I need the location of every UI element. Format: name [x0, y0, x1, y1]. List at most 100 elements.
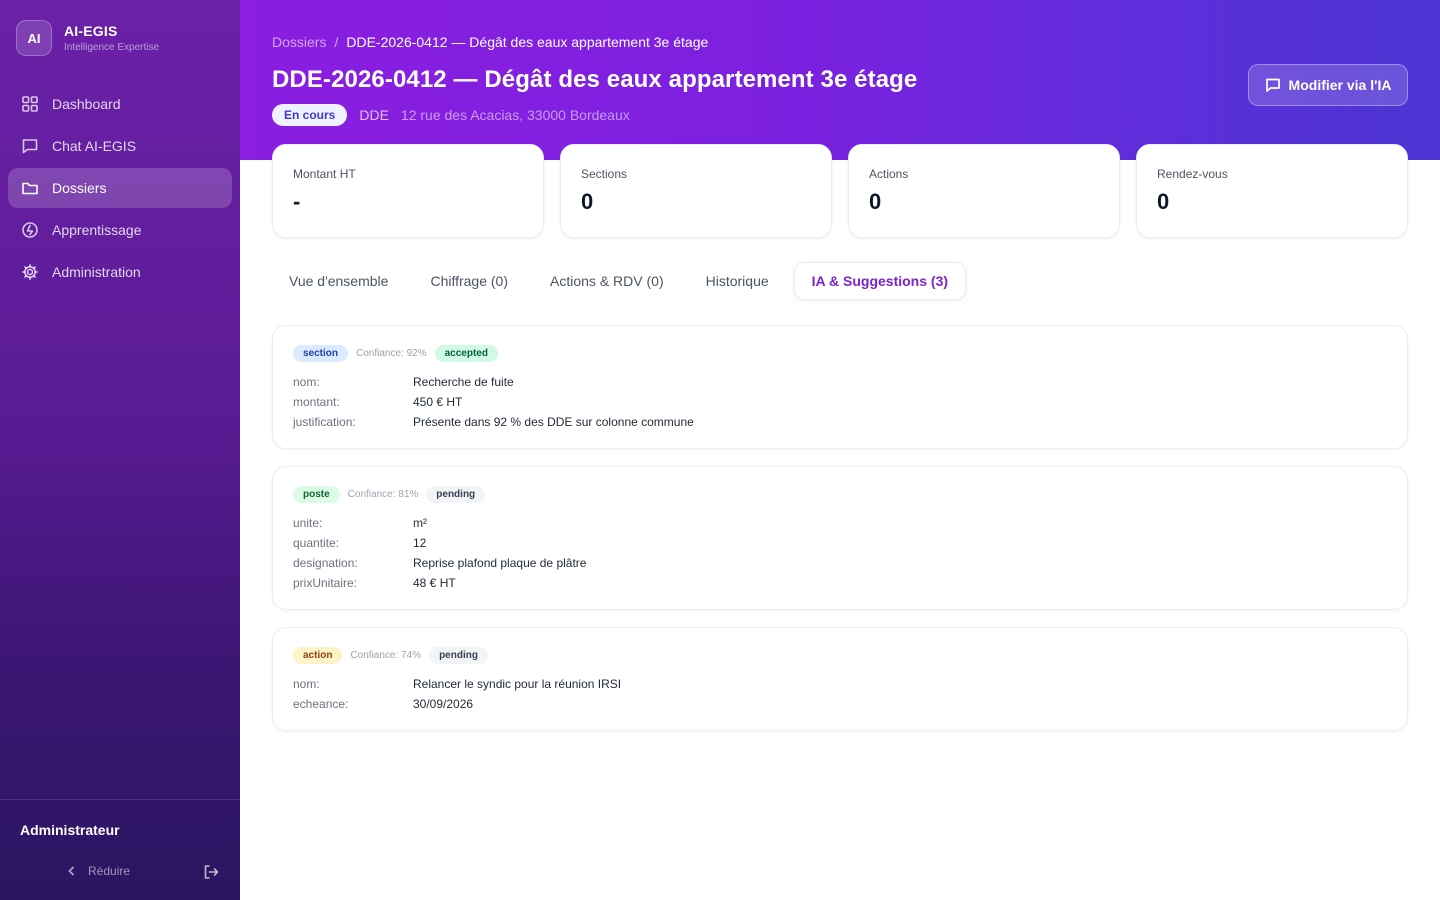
breadcrumb: Dossiers / DDE-2026-0412 — Dégât des eau…	[272, 34, 708, 50]
field-value: 12	[413, 536, 427, 550]
suggestion-header: section Confiance: 92% accepted	[293, 345, 498, 362]
field-key: nom:	[293, 677, 320, 691]
suggestion-field: nom: Recherche de fuite	[293, 372, 694, 392]
sidebar-item-dossiers[interactable]: Dossiers	[8, 168, 232, 208]
field-value: 30/09/2026	[413, 697, 474, 711]
brand-name: AI-EGIS	[64, 23, 118, 39]
suggestion-field: justification: Présente dans 92 % des DD…	[293, 412, 694, 432]
field-key: designation:	[293, 556, 358, 570]
tab-overview[interactable]: Vue d'ensemble	[272, 262, 405, 300]
dossier-type: DDE	[359, 107, 389, 123]
suggestion-field: echeance: 30/09/2026	[293, 694, 621, 714]
folder-icon	[20, 178, 40, 198]
sidebar-item-dashboard[interactable]: Dashboard	[8, 84, 232, 124]
brand: AI AI-EGIS Intelligence Expertise	[16, 20, 159, 56]
suggestion-header: poste Confiance: 81% pending	[293, 486, 486, 503]
modify-via-ia-button[interactable]: Modifier via l'IA	[1248, 64, 1408, 106]
chat-icon	[20, 136, 40, 156]
field-value: Relancer le syndic pour la réunion IRSI	[413, 677, 622, 691]
sidebar-footer: Administrateur Réduire	[0, 799, 240, 900]
logout-icon	[204, 865, 219, 879]
suggestion-status-badge: pending	[429, 647, 488, 664]
suggestion-confidence: Confiance: 92%	[356, 348, 427, 359]
field-key: nom:	[293, 375, 320, 389]
field-value: 450 € HT	[413, 395, 463, 409]
suggestion-confidence: Confiance: 74%	[350, 650, 422, 661]
collapse-label: Réduire	[88, 864, 131, 878]
modify-via-ia-label: Modifier via l'IA	[1288, 77, 1392, 93]
gear-icon	[20, 262, 40, 282]
suggestion-card: section Confiance: 92% accepted nom: Rec…	[272, 325, 1408, 449]
field-key: echeance:	[293, 697, 349, 711]
suggestion-status-badge: accepted	[434, 345, 498, 362]
field-value: Recherche de fuite	[413, 375, 514, 389]
dossier-address: 12 rue des Acacias, 33000 Bordeaux	[400, 107, 630, 123]
field-key: prixUnitaire:	[293, 576, 358, 590]
brand-subtitle: Intelligence Expertise	[64, 42, 160, 53]
sidebar-item-chat[interactable]: Chat AI-EGIS	[8, 126, 232, 166]
suggestion-kind-badge: poste	[293, 486, 340, 503]
sidebar-item-administration[interactable]: Administration	[8, 252, 232, 292]
sidebar: AI AI-EGIS Intelligence Expertise Dashbo…	[0, 0, 240, 900]
stat-label: Actions	[869, 167, 909, 181]
field-key: unite:	[293, 516, 323, 530]
sidebar-item-apprentissage[interactable]: Apprentissage	[8, 210, 232, 250]
dossier-tabs: Vue d'ensemble Chiffrage (0) Actions & R…	[272, 262, 974, 300]
stat-value: 0	[1157, 189, 1170, 214]
tab-actions-rdv[interactable]: Actions & RDV (0)	[533, 262, 681, 300]
tab-ia-suggestions[interactable]: IA & Suggestions (3)	[793, 262, 967, 300]
suggestion-card: action Confiance: 74% pending nom: Relan…	[272, 627, 1408, 731]
tab-historique[interactable]: Historique	[689, 262, 786, 300]
suggestion-field: quantite: 12	[293, 533, 586, 553]
stat-value: -	[293, 189, 301, 214]
breadcrumb-current: DDE-2026-0412 — Dégât des eaux apparteme…	[346, 34, 709, 50]
sidebar-item-label: Dashboard	[52, 96, 121, 112]
stat-value: 0	[581, 189, 594, 214]
suggestion-field: montant: 450 € HT	[293, 392, 694, 412]
stat-card-rendez-vous: Rendez-vous 0	[1136, 144, 1408, 238]
page-title: DDE-2026-0412 — Dégât des eaux apparteme…	[272, 66, 918, 93]
suggestion-field: designation: Reprise plafond plaque de p…	[293, 553, 586, 573]
suggestion-field: unite: m²	[293, 513, 586, 533]
logout-button[interactable]	[202, 863, 220, 881]
field-key: justification:	[293, 415, 356, 429]
suggestion-field: nom: Relancer le syndic pour la réunion …	[293, 674, 621, 694]
suggestion-fields: nom: Recherche de fuite montant: 450 € H…	[293, 372, 694, 432]
sidebar-item-label: Administration	[52, 264, 141, 280]
sidebar-item-label: Chat AI-EGIS	[52, 138, 137, 154]
collapse-button[interactable]: Réduire	[66, 864, 130, 878]
field-key: montant:	[293, 395, 340, 409]
sidebar-item-label: Dossiers	[52, 180, 107, 196]
suggestion-card: poste Confiance: 81% pending unite: m² q…	[272, 466, 1408, 610]
field-key: quantite:	[293, 536, 340, 550]
grid-icon	[20, 94, 40, 114]
suggestion-field: prixUnitaire: 48 € HT	[293, 573, 586, 593]
user-name: Administrateur	[20, 822, 120, 838]
suggestion-fields: unite: m² quantite: 12 designation: Repr…	[293, 513, 586, 593]
stat-label: Rendez-vous	[1157, 167, 1228, 181]
stat-label: Sections	[581, 167, 628, 181]
learning-icon	[20, 220, 40, 240]
field-value: 48 € HT	[413, 576, 456, 590]
breadcrumb-root-link[interactable]: Dossiers	[272, 34, 326, 50]
field-value: Présente dans 92 % des DDE sur colonne c…	[413, 415, 694, 429]
stat-card-actions: Actions 0	[848, 144, 1120, 238]
brand-text: AI-EGIS Intelligence Expertise	[64, 23, 159, 53]
suggestion-kind-badge: action	[293, 647, 343, 664]
sidebar-item-label: Apprentissage	[52, 222, 142, 238]
breadcrumb-separator: /	[334, 34, 339, 50]
stat-label: Montant HT	[293, 167, 356, 181]
brand-logo: AI	[16, 20, 52, 56]
suggestion-confidence: Confiance: 81%	[347, 489, 419, 500]
page-header: Dossiers / DDE-2026-0412 — Dégât des eau…	[240, 0, 1440, 160]
tab-chiffrage[interactable]: Chiffrage (0)	[413, 262, 525, 300]
suggestion-status-badge: pending	[426, 486, 486, 503]
field-value: m²	[413, 516, 427, 530]
field-value: Reprise plafond plaque de plâtre	[413, 556, 587, 570]
chat-icon	[1265, 78, 1280, 92]
status-badge: En cours	[272, 104, 348, 126]
sidebar-nav: Dashboard Chat AI-EGIS Dossiers Apprenti…	[8, 84, 232, 294]
suggestion-fields: nom: Relancer le syndic pour la réunion …	[293, 674, 621, 714]
stat-card-montant: Montant HT -	[272, 144, 544, 238]
chevron-left-icon	[68, 866, 75, 876]
